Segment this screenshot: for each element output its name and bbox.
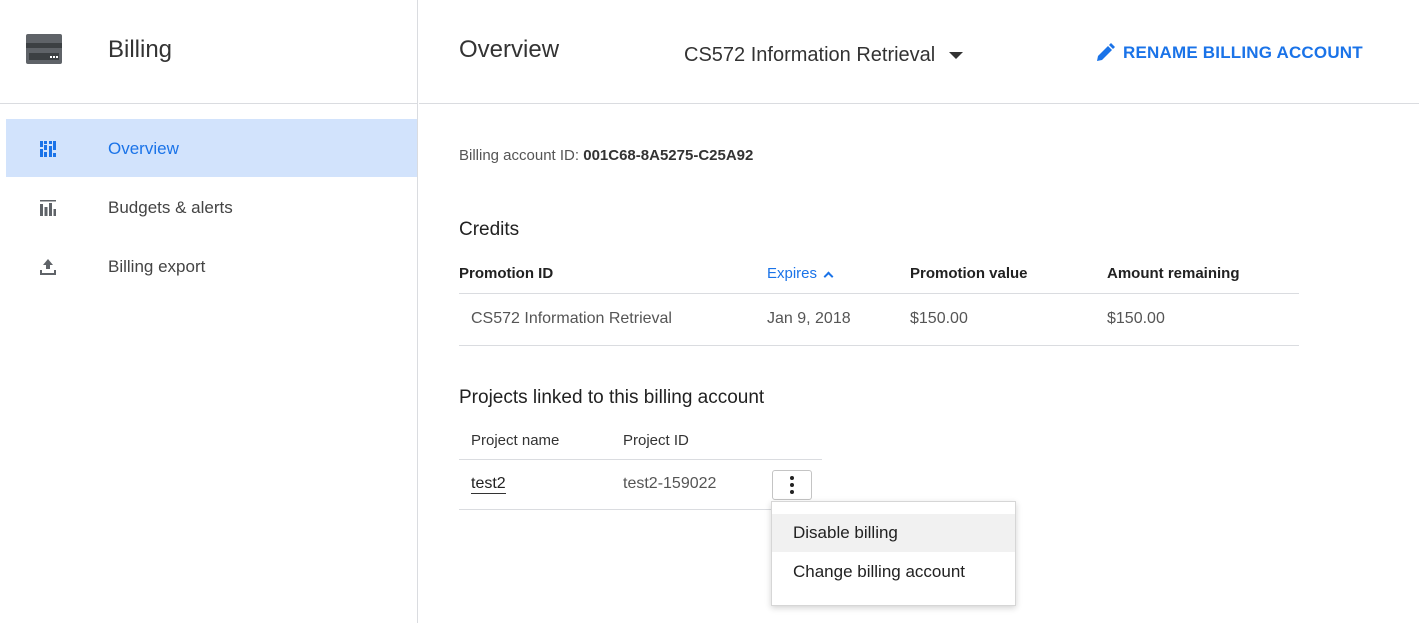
- column-header: Amount remaining: [1107, 255, 1299, 294]
- sidebar-item-label: Budgets & alerts: [108, 198, 233, 217]
- rename-billing-account-button[interactable]: RENAME BILLING ACCOUNT: [1095, 38, 1363, 68]
- sidebar-title: Billing: [108, 36, 173, 63]
- table-header-row: Promotion ID Expires Promotion value Amo…: [459, 255, 1299, 294]
- table-header-row: Project name Project ID: [459, 423, 822, 460]
- table-cell: Jan 9, 2018: [767, 293, 910, 346]
- billing-card-icon: [26, 34, 62, 64]
- projects-heading: Projects linked to this billing account: [459, 387, 765, 408]
- table-row: CS572 Information Retrieval Jan 9, 2018 …: [459, 293, 1299, 346]
- sidebar: Billing Overview Budgets & alerts Billin…: [0, 0, 418, 623]
- caret-down-icon: [949, 51, 964, 59]
- billing-account-name: CS572 Information Retrieval: [684, 43, 936, 66]
- billing-account-id: Billing account ID: 001C68-8A5275-C25A92: [459, 147, 753, 164]
- menu-item-disable-billing[interactable]: Disable billing: [772, 514, 1015, 552]
- pencil-icon: [1097, 43, 1115, 61]
- menu-item-change-billing-account[interactable]: Change billing account: [772, 553, 1015, 591]
- table-cell: CS572 Information Retrieval: [459, 293, 767, 346]
- credits-heading: Credits: [459, 219, 520, 240]
- billing-account-dropdown[interactable]: CS572 Information Retrieval: [684, 40, 964, 70]
- sidebar-item-overview[interactable]: Overview: [6, 119, 417, 177]
- project-name-link[interactable]: test2: [471, 475, 506, 494]
- upload-export-icon: [40, 259, 56, 275]
- dot-icon: [790, 483, 794, 487]
- top-bar: Overview CS572 Information Retrieval REN…: [419, 0, 1419, 104]
- budgets-chart-icon: [40, 200, 56, 216]
- table-row: test2 test2-159022: [459, 459, 822, 510]
- more-vert-button[interactable]: [772, 470, 812, 500]
- credits-table: Promotion ID Expires Promotion value Amo…: [459, 255, 1299, 346]
- sidebar-header: Billing: [0, 0, 417, 104]
- dot-icon: [790, 476, 794, 480]
- rename-label: RENAME BILLING ACCOUNT: [1123, 43, 1363, 62]
- column-header: Promotion value: [910, 255, 1107, 294]
- projects-table: Project name Project ID test2 test2-1590…: [459, 423, 822, 510]
- column-header: Project ID: [623, 423, 822, 460]
- project-name-cell: test2: [459, 459, 623, 510]
- sidebar-item-budgets-alerts[interactable]: Budgets & alerts: [6, 178, 417, 236]
- sidebar-item-billing-export[interactable]: Billing export: [6, 237, 417, 295]
- overview-icon: [40, 141, 56, 157]
- table-cell: $150.00: [1107, 293, 1299, 346]
- project-actions-menu: Disable billing Change billing account: [771, 501, 1016, 606]
- column-header: Promotion ID: [459, 255, 767, 294]
- sidebar-item-label: Billing export: [108, 257, 206, 276]
- table-cell: $150.00: [910, 293, 1107, 346]
- sidebar-item-label: Overview: [108, 139, 179, 158]
- page-title: Overview: [459, 36, 560, 63]
- column-header: Project name: [459, 423, 623, 460]
- dot-icon: [790, 490, 794, 494]
- billing-account-id-label: Billing account ID:: [459, 147, 584, 164]
- sort-ascending-icon: [823, 271, 834, 282]
- billing-account-id-value: 001C68-8A5275-C25A92: [583, 147, 754, 164]
- column-header-expires-sort[interactable]: Expires: [767, 255, 910, 294]
